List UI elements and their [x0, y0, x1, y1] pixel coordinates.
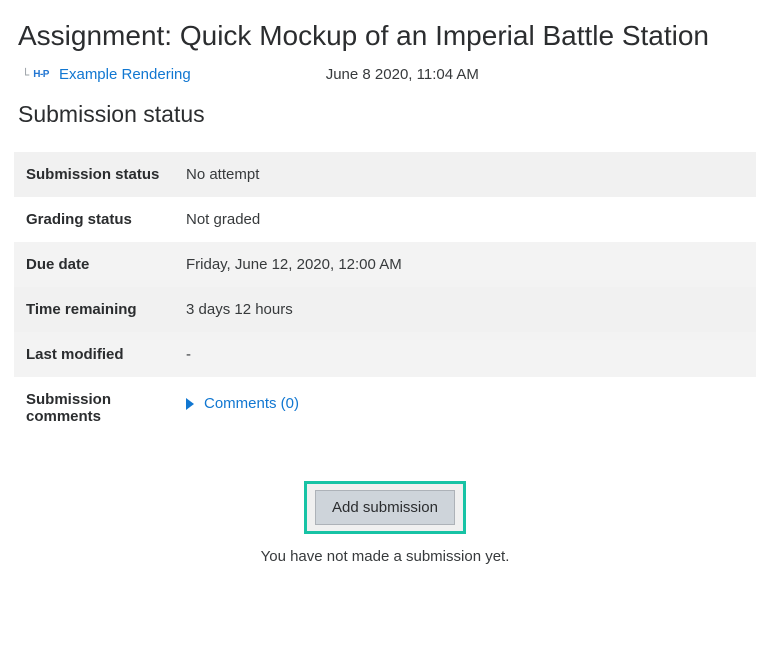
- label-last-modified: Last modified: [14, 332, 174, 377]
- add-submission-highlight: Add submission: [304, 481, 466, 534]
- row-due-date: Due date Friday, June 12, 2020, 12:00 AM: [14, 242, 756, 287]
- value-last-modified: -: [174, 332, 756, 377]
- value-grading-status: Not graded: [174, 197, 756, 242]
- tree-branch-icon: └: [22, 68, 29, 82]
- assignment-page: Assignment: Quick Mockup of an Imperial …: [0, 0, 770, 667]
- label-due-date: Due date: [14, 242, 174, 287]
- value-submission-status: No attempt: [174, 152, 756, 197]
- comments-toggle-link[interactable]: Comments (0): [186, 395, 299, 412]
- value-time-remaining: 3 days 12 hours: [174, 287, 756, 332]
- attachment-link[interactable]: Example Rendering: [59, 66, 191, 83]
- submission-status-heading: Submission status: [18, 101, 756, 128]
- submission-status-table: Submission status No attempt Grading sta…: [14, 152, 756, 439]
- add-submission-button[interactable]: Add submission: [315, 490, 455, 525]
- comments-link-text: Comments (0): [204, 395, 299, 412]
- page-title: Assignment: Quick Mockup of an Imperial …: [18, 20, 756, 52]
- attachment-row: └ H-P Example Rendering June 8 2020, 11:…: [22, 66, 756, 83]
- h5p-icon: H-P: [33, 69, 49, 80]
- label-submission-status: Submission status: [14, 152, 174, 197]
- row-grading-status: Grading status Not graded: [14, 197, 756, 242]
- label-submission-comments: Submission comments: [14, 377, 174, 439]
- row-submission-comments: Submission comments Comments (0): [14, 377, 756, 439]
- label-grading-status: Grading status: [14, 197, 174, 242]
- row-time-remaining: Time remaining 3 days 12 hours: [14, 287, 756, 332]
- submission-note: You have not made a submission yet.: [14, 548, 756, 565]
- row-submission-status: Submission status No attempt: [14, 152, 756, 197]
- expand-icon: [186, 398, 194, 410]
- action-area: Add submission You have not made a submi…: [14, 481, 756, 565]
- value-due-date: Friday, June 12, 2020, 12:00 AM: [174, 242, 756, 287]
- attachment-date: June 8 2020, 11:04 AM: [326, 66, 479, 83]
- row-last-modified: Last modified -: [14, 332, 756, 377]
- label-time-remaining: Time remaining: [14, 287, 174, 332]
